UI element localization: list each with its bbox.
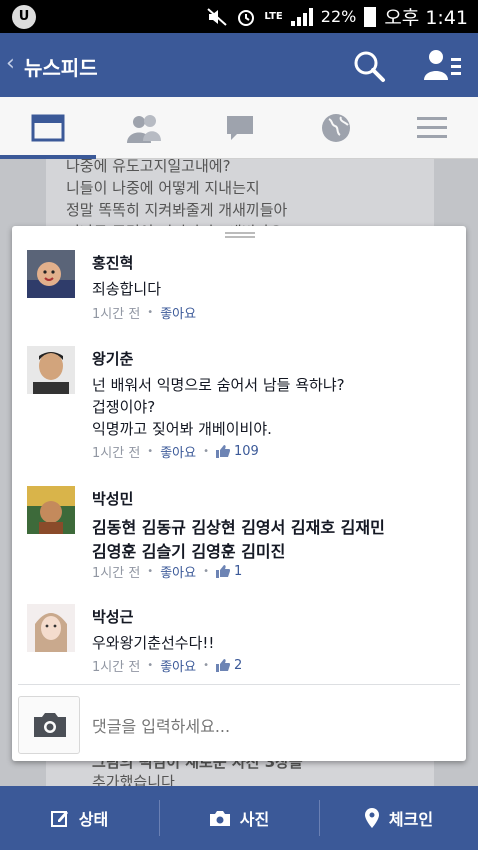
comment-text: 넌 배워서 익명으로 숨어서 남들 욕하냐? (92, 376, 345, 394)
comment-text: 우와왕기춘선수다!! (92, 634, 215, 652)
friend-requests-icon[interactable] (424, 48, 462, 82)
avatar[interactable] (27, 250, 75, 298)
separator-dot: • (147, 307, 154, 318)
camera-icon (209, 811, 230, 826)
battery-percent: 22% (320, 7, 357, 26)
app-header: ‹ 뉴스피드 (0, 33, 478, 97)
comment-meta: 1시간 전 • 좋아요 • 2 (92, 656, 242, 675)
tab-messages[interactable] (192, 97, 288, 159)
tab-bar (0, 97, 478, 160)
status-button[interactable]: 상태 (0, 786, 159, 850)
network-type: LTE (264, 10, 283, 22)
comment-text: 김영훈 김슬기 김영훈 김미진 (92, 542, 286, 561)
like-button[interactable]: 좋아요 (160, 562, 196, 581)
like-button[interactable]: 좋아요 (160, 303, 196, 322)
separator-dot: • (147, 566, 154, 577)
status-icons: LTE 22% 오후 1:41 (206, 0, 468, 33)
separator-dot: • (203, 660, 209, 671)
tab-news-feed[interactable] (0, 97, 96, 160)
like-button[interactable]: 좋아요 (160, 442, 196, 461)
separator-dot: • (147, 446, 154, 457)
commenter-name[interactable]: 박성민 (92, 488, 133, 509)
clock: 오후 1:41 (384, 7, 468, 29)
photo-button-label: 사진 (239, 810, 270, 829)
drag-handle[interactable] (225, 232, 255, 238)
avatar[interactable] (27, 604, 75, 652)
mute-icon (207, 7, 228, 26)
composer-action-bar: 상태 사진 체크인 (0, 786, 478, 850)
thumbs-up-icon (216, 565, 230, 578)
like-count[interactable]: 2 (234, 658, 242, 673)
post-text-line: 나중에 유도고지일고내에? (66, 159, 231, 175)
back-to-newsfeed-button[interactable]: 뉴스피드 (24, 52, 98, 81)
commenter-name[interactable]: 왕기춘 (92, 348, 133, 369)
post-text-line: 추가했습니다 (92, 773, 175, 786)
post-text-line: 니들이 나중에 어떻게 지내는지 (66, 179, 260, 197)
thumbs-up-icon (216, 445, 230, 458)
tab-friends[interactable] (96, 97, 192, 159)
friends-icon (127, 115, 161, 143)
messages-icon (227, 116, 253, 140)
comment-time: 1시간 전 (92, 307, 141, 322)
like-count[interactable]: 109 (234, 444, 259, 459)
carrier-logo-icon: U (12, 5, 36, 29)
composer-divider (18, 684, 460, 685)
like-button[interactable]: 좋아요 (160, 656, 196, 675)
comment-text: 죄송합니다 (92, 280, 162, 298)
checkin-button-label: 체크인 (388, 810, 434, 829)
separator-dot: • (147, 660, 154, 671)
battery-icon (364, 6, 377, 27)
avatar[interactable] (27, 346, 75, 394)
comment-text: 익명까고 짖어봐 개베이비야. (92, 420, 272, 438)
commenter-name[interactable]: 박성근 (92, 606, 133, 627)
comment-time: 1시간 전 (92, 446, 141, 461)
status-button-label: 상태 (78, 810, 109, 829)
notifications-globe-icon (322, 114, 350, 142)
status-bar: U LTE 22% 오후 1:41 (0, 0, 478, 33)
comment-text: 겁쟁이야? (92, 398, 156, 416)
menu-icon (417, 117, 447, 138)
comment-input[interactable] (92, 706, 452, 746)
alarm-icon (238, 9, 255, 26)
comment-meta: 1시간 전 • 좋아요 (92, 303, 196, 322)
commenter-name[interactable]: 홍진혁 (92, 252, 133, 273)
thumbs-up-icon (216, 659, 230, 672)
comment-time: 1시간 전 (92, 660, 141, 675)
like-count[interactable]: 1 (234, 564, 242, 579)
news-feed-icon (31, 114, 65, 142)
back-chevron-icon[interactable]: ‹ (6, 51, 15, 76)
comment-time: 1시간 전 (92, 566, 141, 581)
edit-status-icon (50, 811, 68, 827)
comments-sheet: 홍진혁 죄송합니다 1시간 전 • 좋아요 왕기춘 넌 배워서 익명으로 숨어서… (12, 226, 466, 761)
tab-menu[interactable] (384, 97, 478, 159)
tab-notifications[interactable] (288, 97, 384, 159)
signal-icon (290, 7, 313, 26)
camera-icon (34, 713, 66, 737)
separator-dot: • (203, 446, 209, 457)
comment-text: 김동현 김동규 김상현 김영서 김재호 김재민 (92, 518, 385, 537)
avatar[interactable] (27, 486, 75, 534)
attach-photo-button[interactable] (18, 696, 80, 754)
search-icon[interactable] (352, 49, 386, 83)
photo-button[interactable]: 사진 (160, 786, 319, 850)
separator-dot: • (203, 566, 209, 577)
checkin-button[interactable]: 체크인 (320, 786, 478, 850)
comment-meta: 1시간 전 • 좋아요 • 1 (92, 562, 242, 581)
location-pin-icon (364, 808, 379, 828)
comment-meta: 1시간 전 • 좋아요 • 109 (92, 442, 259, 461)
post-text-line: 정말 똑똑히 지켜봐줄게 개새끼들아 (66, 201, 288, 219)
